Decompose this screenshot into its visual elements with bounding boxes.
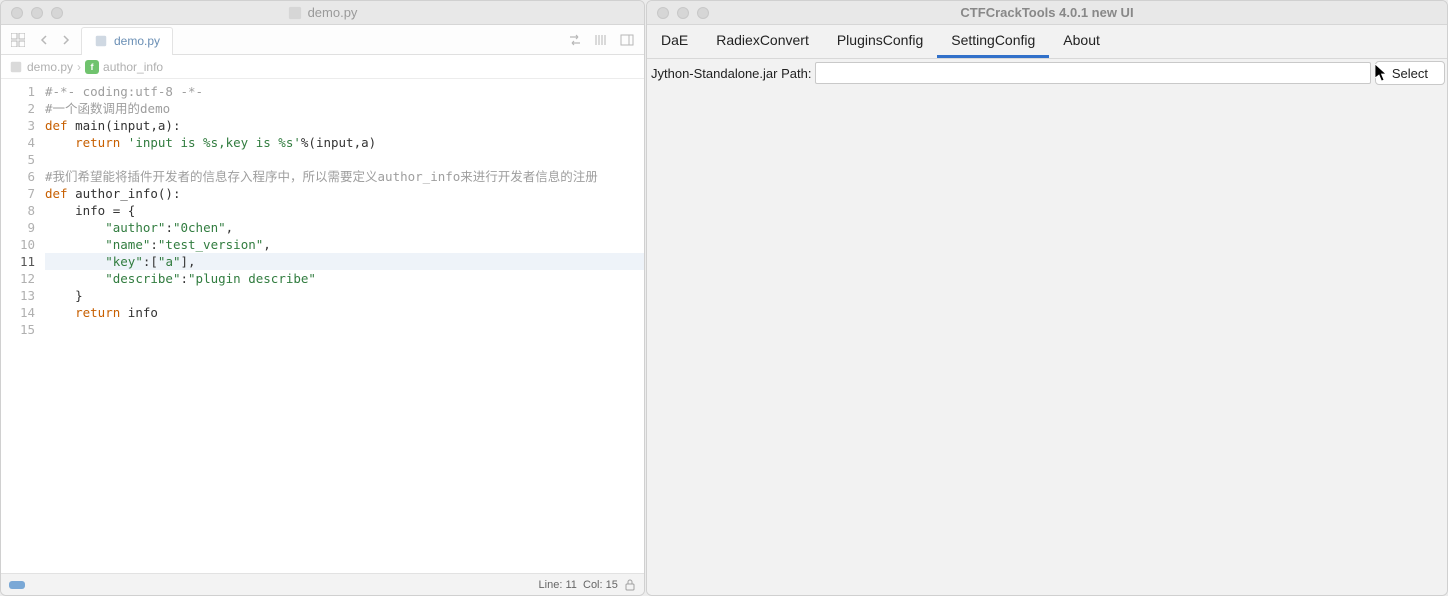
path-row: Jython-Standalone.jar Path: Select	[647, 59, 1447, 87]
line-gutter: 123456789101112131415	[1, 79, 45, 573]
progress-indicator	[9, 581, 25, 589]
editor-tab[interactable]: demo.py	[81, 27, 173, 55]
window-title: demo.py	[308, 5, 358, 20]
line-number: 12	[1, 270, 35, 287]
code-line[interactable]: def author_info():	[45, 185, 644, 202]
code-line[interactable]: "author":"0chen",	[45, 219, 644, 236]
code-line[interactable]: "key":["a"],	[45, 253, 644, 270]
nav-forward-icon[interactable]	[55, 29, 77, 51]
traffic-minimize[interactable]	[677, 7, 689, 19]
function-icon: f	[85, 60, 99, 74]
ctfcracktools-window: CTFCrackTools 4.0.1 new UI DaERadiexConv…	[646, 0, 1448, 596]
panel-icon[interactable]	[616, 29, 638, 51]
path-label: Jython-Standalone.jar Path:	[649, 66, 811, 81]
nav-back-icon[interactable]	[33, 29, 55, 51]
line-number: 14	[1, 304, 35, 321]
editor-toolbar: demo.py	[1, 25, 644, 55]
code-line[interactable]	[45, 321, 644, 338]
code-line[interactable]	[45, 151, 644, 168]
traffic-zoom[interactable]	[51, 7, 63, 19]
titlebar-left: demo.py	[1, 1, 644, 25]
traffic-close[interactable]	[11, 7, 23, 19]
breadcrumb-file[interactable]: demo.py	[27, 60, 73, 74]
code-line[interactable]: #一个函数调用的demo	[45, 100, 644, 117]
code-line[interactable]: }	[45, 287, 644, 304]
code-line[interactable]: #-*- coding:utf-8 -*-	[45, 83, 644, 100]
traffic-close[interactable]	[657, 7, 669, 19]
status-line-label: Line:	[539, 579, 563, 591]
tab-settingconfig[interactable]: SettingConfig	[937, 24, 1049, 58]
tab-bar: DaERadiexConvertPluginsConfigSettingConf…	[647, 25, 1447, 59]
code-editor[interactable]: 123456789101112131415 #-*- coding:utf-8 …	[1, 79, 644, 573]
window-title: CTFCrackTools 4.0.1 new UI	[960, 5, 1133, 20]
breadcrumb-symbol[interactable]: author_info	[103, 60, 163, 74]
status-col-value: 15	[606, 579, 618, 591]
traffic-lights	[647, 7, 709, 19]
code-line[interactable]: #我们希望能将插件开发者的信息存入程序中，所以需要定义author_info来进…	[45, 168, 644, 185]
settings-panel: Jython-Standalone.jar Path: Select	[647, 59, 1447, 595]
python-file-icon	[94, 34, 108, 48]
code-line[interactable]: def main(input,a):	[45, 117, 644, 134]
status-line-value: 11	[565, 579, 576, 591]
traffic-lights	[1, 7, 63, 19]
titlebar-right: CTFCrackTools 4.0.1 new UI	[647, 1, 1447, 25]
traffic-zoom[interactable]	[697, 7, 709, 19]
tab-pluginsconfig[interactable]: PluginsConfig	[823, 24, 937, 58]
status-bar: Line: 11 Col: 15	[1, 573, 644, 595]
code-line[interactable]: return 'input is %s,key is %s'%(input,a)	[45, 134, 644, 151]
chevron-right-icon: ›	[77, 60, 81, 74]
tab-radiexconvert[interactable]: RadiexConvert	[702, 24, 823, 58]
grid-icon[interactable]	[7, 29, 29, 51]
ide-window: demo.py demo.py	[0, 0, 645, 596]
code-line[interactable]: return info	[45, 304, 644, 321]
code-line[interactable]: "describe":"plugin describe"	[45, 270, 644, 287]
line-number: 8	[1, 202, 35, 219]
line-number: 15	[1, 321, 35, 338]
traffic-minimize[interactable]	[31, 7, 43, 19]
tab-dae[interactable]: DaE	[647, 24, 702, 58]
line-number: 3	[1, 117, 35, 134]
python-file-icon	[288, 6, 302, 20]
line-number: 1	[1, 83, 35, 100]
line-number: 11	[1, 253, 35, 270]
code-line[interactable]: info = {	[45, 202, 644, 219]
code-line[interactable]: "name":"test_version",	[45, 236, 644, 253]
breadcrumb: demo.py › f author_info	[1, 55, 644, 79]
python-file-icon	[9, 60, 23, 74]
columns-icon[interactable]	[590, 29, 612, 51]
jython-path-input[interactable]	[815, 62, 1370, 84]
tab-about[interactable]: About	[1049, 24, 1114, 58]
status-col-label: Col:	[583, 579, 603, 591]
editor-tab-label: demo.py	[114, 34, 160, 48]
line-number: 7	[1, 185, 35, 202]
select-button[interactable]: Select	[1375, 61, 1445, 85]
line-number: 9	[1, 219, 35, 236]
lock-icon[interactable]	[624, 579, 636, 591]
sync-icon[interactable]	[564, 29, 586, 51]
line-number: 2	[1, 100, 35, 117]
line-number: 4	[1, 134, 35, 151]
line-number: 5	[1, 151, 35, 168]
code-area[interactable]: #-*- coding:utf-8 -*-#一个函数调用的demodef mai…	[45, 79, 644, 573]
line-number: 6	[1, 168, 35, 185]
line-number: 13	[1, 287, 35, 304]
line-number: 10	[1, 236, 35, 253]
